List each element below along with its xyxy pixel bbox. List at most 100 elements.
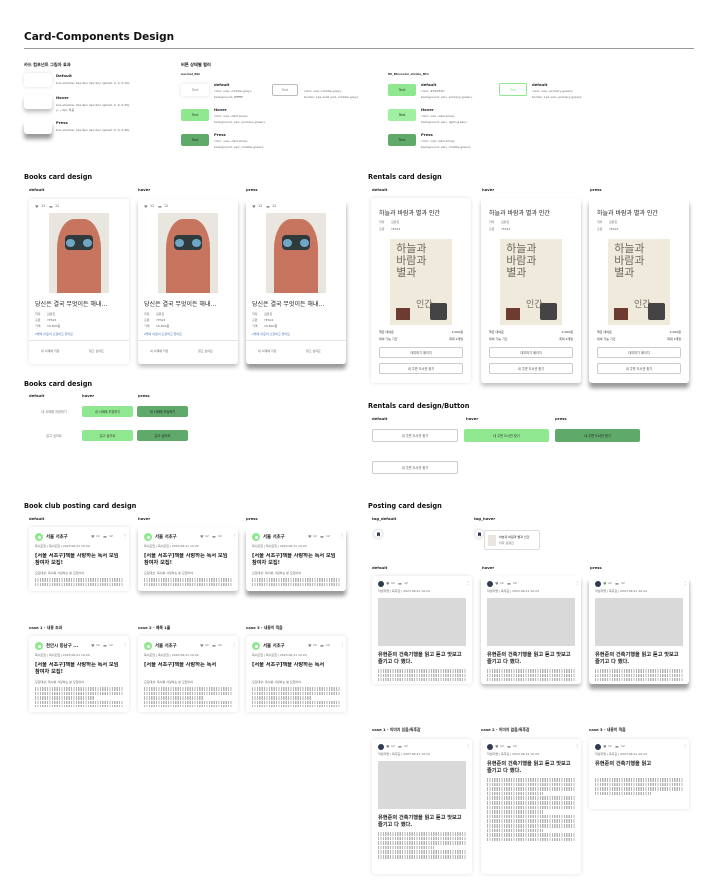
posting-card-case3[interactable]: ♥ 12 ▬ 12 ⋮ 작성자명 | 독후감 | 2023.06.21 10:24 유현준의… — [589, 739, 689, 809]
more-icon[interactable]: ⋮ — [466, 743, 470, 748]
owners-link[interactable]: 2명의 이웃이 소장하고 있어요 — [252, 332, 290, 336]
comment-icon[interactable]: ▬ — [398, 744, 402, 749]
comment-icon[interactable]: ▬ — [507, 581, 511, 586]
tag-icon[interactable] — [595, 744, 601, 750]
rent-page-button[interactable]: 대여하기 페이지 — [489, 347, 573, 358]
heart-icon[interactable]: ♥ — [495, 581, 499, 586]
heart-icon[interactable]: ♥ — [144, 204, 148, 209]
heart-icon[interactable]: ♥ — [603, 581, 607, 586]
comment-icon[interactable]: ▬ — [103, 643, 107, 648]
more-icon[interactable]: ⋮ — [340, 642, 344, 647]
owners-link[interactable]: 2명의 이웃이 소장하고 있어요 — [144, 332, 182, 336]
comment-icon[interactable]: ▬ — [212, 643, 216, 648]
more-icon[interactable]: ⋮ — [683, 580, 687, 585]
books-want-default[interactable]: 읽고 싶어요 — [32, 430, 76, 441]
heart-icon[interactable]: ♥ — [386, 744, 390, 749]
heart-icon[interactable]: ♥ — [35, 204, 39, 209]
fill-hover-sample[interactable]: Text — [388, 109, 416, 121]
more-icon[interactable]: ⋮ — [123, 642, 127, 647]
tag-default-icon[interactable] — [374, 530, 382, 538]
heart-icon[interactable]: ♥ — [91, 643, 95, 648]
more-icon[interactable]: ⋮ — [466, 580, 470, 585]
save-button[interactable]: 내 서재에 저장 — [258, 349, 276, 353]
comment-icon[interactable]: ▬ — [615, 744, 619, 749]
owners-link[interactable]: 2명의 이웃이 소장하고 있어요 — [35, 332, 73, 336]
want-button[interactable]: 읽고 싶어요 — [198, 349, 213, 353]
book-card-hover[interactable]: ♥ 12 ▬ 12 당신은 결국 무엇이든 해내… 저자 김유진 출판 YES24 가격 16,80… — [138, 199, 238, 364]
bookclub-card-hover[interactable]: 서울 서초구 ♥ 12 ▬ 12 ⋮ 독서모임 | 독서모임 | 2023.06.21 10… — [138, 527, 238, 591]
more-icon[interactable]: ⋮ — [232, 533, 236, 538]
heart-icon[interactable]: ♥ — [308, 643, 312, 648]
rental-card-default[interactable]: 하늘과 바람과 별과 인간 저자 김유진 출판 YES24 하늘과 바람과 별과 인간 책값 … — [371, 198, 471, 383]
heart-icon[interactable]: ♥ — [252, 204, 256, 209]
comment-icon[interactable]: ▬ — [49, 204, 53, 209]
heart-icon[interactable]: ♥ — [603, 744, 607, 749]
tag-icon[interactable] — [487, 744, 493, 750]
tag-icon[interactable] — [378, 581, 384, 587]
find-library-button[interactable]: 내 주변 도서관 찾기 — [379, 363, 463, 374]
heart-icon[interactable]: ♥ — [495, 744, 499, 749]
posting-card-case1[interactable]: ♥ 12 ▬ 12 ⋮ 작성자명 | 독후감 | 2023.06.21 10:24 유현준의… — [372, 739, 472, 874]
normal-default-sample[interactable]: Text — [181, 84, 209, 96]
tag-icon[interactable] — [487, 581, 493, 587]
save-button[interactable]: 내 서재에 저장 — [150, 349, 168, 353]
books-want-hover[interactable]: 읽고 싶어요 — [82, 430, 133, 441]
book-card-default[interactable]: ♥ 12 ▬ 12 당신은 결국 무엇이든 해내… 저자 김유진 출판 YES24 가격 16,80… — [29, 199, 129, 364]
fill-outline-sample[interactable]: Text — [499, 83, 527, 96]
tag-hover-icon[interactable] — [475, 530, 483, 538]
bookclub-card-press[interactable]: 서울 서초구 ♥ 12 ▬ 12 ⋮ 독서모임 | 독서모임 | 2023.06.21 10… — [246, 527, 346, 591]
normal-press-sample[interactable]: Text — [181, 134, 209, 146]
more-icon[interactable]: ⋮ — [575, 580, 579, 585]
heart-icon[interactable]: ♥ — [308, 534, 312, 539]
bookclub-card-default[interactable]: 서울 서초구 ♥ 12 ▬ 12 ⋮ 독서모임 | 독서모임 | 2023.06.21 10… — [29, 527, 129, 591]
bookclub-card-case3[interactable]: 서울 서초구 ♥ 12 ▬ 12 ⋮ 독서모임 | 독서모임 | 2023.06.21 10… — [246, 636, 346, 712]
more-icon[interactable]: ⋮ — [340, 533, 344, 538]
comment-icon[interactable]: ▬ — [615, 581, 619, 586]
more-icon[interactable]: ⋮ — [575, 743, 579, 748]
heart-icon[interactable]: ♥ — [200, 534, 204, 539]
comment-icon[interactable]: ▬ — [320, 534, 324, 539]
comment-icon[interactable]: ▬ — [103, 534, 107, 539]
find-library-button[interactable]: 내 주변 도서관 찾기 — [489, 363, 573, 374]
tag-icon[interactable] — [378, 744, 384, 750]
comment-icon[interactable]: ▬ — [320, 643, 324, 648]
tag-icon[interactable] — [595, 581, 601, 587]
heart-icon[interactable]: ♥ — [200, 643, 204, 648]
rentals-find-outline[interactable]: 내 주변 도서관 찾기 — [372, 461, 458, 474]
posting-card-hover[interactable]: ♥ 12 ▬ 12 ⋮ 작성자명 | 독후감 | 2023.06.21 10:24 유현준의… — [481, 576, 581, 684]
normal-outline-sample[interactable]: Text — [272, 84, 298, 96]
heart-icon[interactable]: ♥ — [386, 581, 390, 586]
more-icon[interactable]: ⋮ — [123, 533, 127, 538]
rentals-find-press[interactable]: 내 주변 도서관 찾기 — [555, 429, 640, 442]
want-button[interactable]: 읽고 싶어요 — [306, 349, 321, 353]
heart-icon[interactable]: ♥ — [91, 534, 95, 539]
rental-card-hover[interactable]: 하늘과 바람과 별과 인간 저자 김유진 출판 YES24 하늘과 바람과 별과 인간 책값 … — [481, 198, 581, 383]
rent-page-button[interactable]: 대여하기 페이지 — [379, 347, 463, 358]
rental-card-press[interactable]: 하늘과 바람과 별과 인간 저자 김유진 출판 YES24 하늘과 바람과 별과 인간 책값 … — [589, 198, 689, 383]
more-icon[interactable]: ⋮ — [683, 743, 687, 748]
normal-hover-sample[interactable]: Text — [181, 109, 209, 121]
posting-card-press[interactable]: ♥ 12 ▬ 12 ⋮ 작성자명 | 독후감 | 2023.06.21 10:24 유현준의… — [589, 576, 689, 684]
save-button[interactable]: 내 서재에 저장 — [41, 349, 59, 353]
more-icon[interactable]: ⋮ — [232, 642, 236, 647]
books-save-press[interactable]: 내 서재에 저장하기 — [137, 406, 188, 417]
comment-icon[interactable]: ▬ — [266, 204, 270, 209]
want-button[interactable]: 읽고 싶어요 — [89, 349, 104, 353]
comment-icon[interactable]: ▬ — [158, 204, 162, 209]
posting-card-case2[interactable]: ♥ 12 ▬ 12 ⋮ 작성자명 | 독후감 | 2023.06.21 10:24 유현준의… — [481, 739, 581, 874]
tag-hover-popup[interactable]: 하늘과 바람과 별과 인간 저자 김유진 — [484, 530, 540, 550]
bookclub-card-case2[interactable]: 서울 서초구 ♥ 12 ▬ 12 ⋮ 독서모임 | 독서모임 | 2023.06.21 10… — [138, 636, 238, 712]
book-card-press[interactable]: ♥ 12 ▬ 12 당신은 결국 무엇이든 해내… 저자 김유진 출판 YES24 가격 16,80… — [246, 199, 346, 364]
rentals-find-hover[interactable]: 내 주변 도서관 찾기 — [464, 429, 549, 442]
rentals-find-default[interactable]: 내 주변 도서관 찾기 — [372, 429, 458, 442]
posting-card-default[interactable]: ♥ 12 ▬ 12 ⋮ 작성자명 | 독후감 | 2023.06.21 10:24 유현준의… — [372, 576, 472, 684]
find-library-button[interactable]: 내 주변 도서관 찾기 — [597, 363, 681, 374]
comment-icon[interactable]: ▬ — [507, 744, 511, 749]
books-save-hover[interactable]: 내 서재에 저장하기 — [82, 406, 133, 417]
books-want-press[interactable]: 읽고 싶어요 — [137, 430, 188, 441]
books-save-default[interactable]: 내 서재에 저장하기 — [32, 406, 76, 417]
fill-press-sample[interactable]: Text — [388, 134, 416, 146]
comment-icon[interactable]: ▬ — [398, 581, 402, 586]
bookclub-card-case1[interactable]: 천안시 동남구 ... ♥ 12 ▬ 12 ⋮ 독서모임 | 독서모임 | 2023.06.… — [29, 636, 129, 712]
comment-icon[interactable]: ▬ — [212, 534, 216, 539]
